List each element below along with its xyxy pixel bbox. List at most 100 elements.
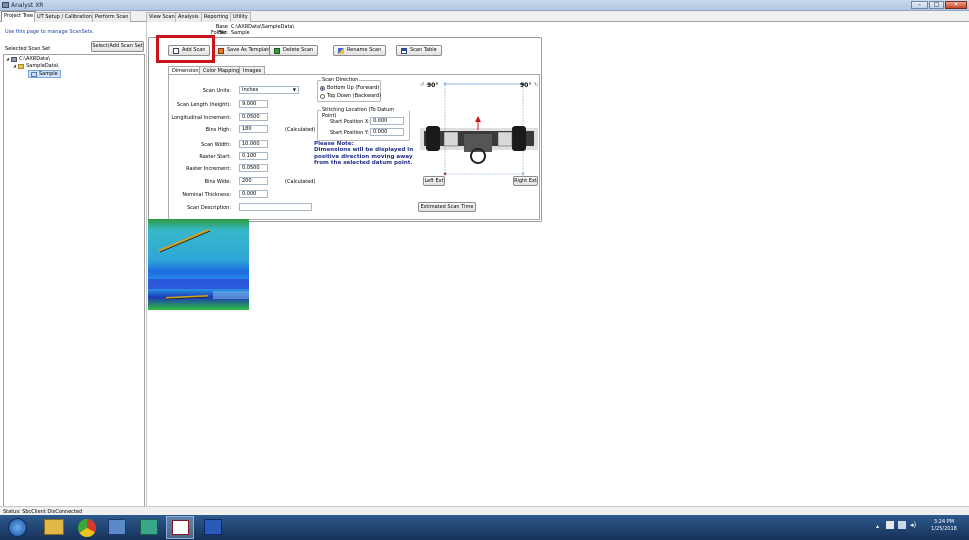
pencil-icon xyxy=(338,47,344,54)
scanner-block-right xyxy=(497,131,513,147)
left-ext-button[interactable]: Left Ext xyxy=(423,176,445,186)
minimize-button[interactable]: – xyxy=(911,1,928,9)
highlight-box xyxy=(156,35,215,63)
tray-arrow-icon[interactable]: ▴ xyxy=(876,523,879,530)
nominal-thickness-input[interactable]: 0.000 xyxy=(239,190,268,198)
tree-node-folder[interactable]: ◢ SampleData\ xyxy=(13,63,58,69)
longitudinal-increment-label: Longitudinal Increment: xyxy=(171,115,231,121)
tab-project-tree[interactable]: Project Tree xyxy=(1,11,37,22)
thumbnail-highlight-band xyxy=(213,291,249,299)
file-explorer-icon[interactable] xyxy=(44,519,64,535)
maximize-button[interactable]: □ xyxy=(929,1,944,9)
tab-utility[interactable]: Utility xyxy=(230,12,251,22)
selected-scan-set-label: Selected Scan Set xyxy=(5,46,51,52)
estimated-scan-time-button[interactable]: Estimated Scan Time xyxy=(418,202,476,212)
scan-length-input[interactable]: 9.000 xyxy=(239,100,268,108)
table-icon xyxy=(401,47,407,54)
scan-table-button[interactable]: Scan Table xyxy=(396,45,442,56)
rotate-right-icon: ↻ xyxy=(534,82,538,88)
clock-date: 1/25/2018 xyxy=(931,526,957,532)
delete-icon xyxy=(274,47,280,54)
start-y-input[interactable]: 0.000 xyxy=(370,128,404,136)
radio-bottom-up-label: Bottom Up (Forward) xyxy=(327,85,380,91)
tab-ut-setup[interactable]: UT Setup / Calibration xyxy=(34,12,95,22)
rotate-left-icon: ↺ xyxy=(420,82,424,88)
tree-node-sample[interactable]: Sample xyxy=(28,70,61,78)
save-as-template-label: Save As Template xyxy=(227,47,272,53)
radio-unselected-icon[interactable] xyxy=(320,93,325,99)
scan-description-label: Scan Description: xyxy=(187,205,231,211)
longitudinal-increment-input[interactable]: 0.0500 xyxy=(239,113,268,121)
tab-perform-scan[interactable]: Perform Scan xyxy=(92,12,132,22)
select-add-scan-set-button[interactable]: Select/Add Scan Set xyxy=(91,41,144,52)
scan-width-input[interactable]: 10.000 xyxy=(239,140,268,148)
scanner-left-wheel xyxy=(426,126,440,151)
scan-thumbnail[interactable] xyxy=(148,219,249,310)
title-bar xyxy=(0,0,969,11)
scan-width-label: Scan Width: xyxy=(201,142,231,148)
tab-view-scan[interactable]: View Scan xyxy=(146,12,178,22)
close-button[interactable]: ✕ xyxy=(945,1,967,9)
delete-scan-button[interactable]: Delete Scan xyxy=(269,45,319,56)
bins-high-label: Bins High: xyxy=(205,127,231,133)
tree-node-root[interactable]: ◢ C:\AXRData\ xyxy=(6,56,50,62)
radio-selected-icon[interactable] xyxy=(320,85,325,91)
stitching-location-group: Stitching Location (To Datum Point) xyxy=(317,107,410,141)
start-x-input[interactable]: 0.000 xyxy=(370,117,404,125)
start-x-label: Start Position X: xyxy=(330,119,370,125)
scan-units-label: Scan Units: xyxy=(202,88,231,94)
tray-network-icon[interactable] xyxy=(898,521,906,529)
left-panel: Use this page to manage ScanSets. Select… xyxy=(0,22,147,524)
taskbar-clock[interactable]: 3:24 PM 1/25/2018 xyxy=(928,519,960,533)
scan-direction-title: Scan Direction xyxy=(321,77,360,83)
manage-scansets-link[interactable]: Use this page to manage ScanSets. xyxy=(5,29,94,35)
remote-desktop-icon[interactable] xyxy=(108,519,126,535)
scanner-block-left xyxy=(443,131,459,147)
file-value: Sample xyxy=(231,30,250,36)
analyst-xr-taskbar-item[interactable] xyxy=(166,516,194,539)
scanner-diagram: ✧ ✧ ✧ ✦ ↺ 90° 90° ↻ xyxy=(420,81,538,178)
save-as-template-button[interactable]: Save As Template xyxy=(213,45,277,56)
main-tab-bar: Project Tree UT Setup / Calibration Perf… xyxy=(0,11,969,22)
angle-right-label: 90° xyxy=(520,82,531,89)
folder-icon xyxy=(18,63,25,69)
scan-units-select[interactable]: Inches ▼ xyxy=(239,86,299,94)
chrome-icon[interactable] xyxy=(78,519,96,537)
bins-high-calculated: (Calculated) xyxy=(285,127,316,133)
template-icon xyxy=(218,47,224,54)
delete-scan-label: Delete Scan xyxy=(283,47,314,53)
scan-file-icon xyxy=(31,71,37,77)
word-icon[interactable] xyxy=(204,519,222,535)
bins-wide-label: Bins Wide: xyxy=(204,179,231,185)
scan-description-input[interactable] xyxy=(239,203,312,211)
radio-top-down-label: Top Down (Backward) xyxy=(327,93,382,99)
raster-increment-input[interactable]: 0.0500 xyxy=(239,164,268,172)
corner-marker-top-left: ✧ xyxy=(442,81,447,88)
raster-start-input[interactable]: 0.100 xyxy=(239,152,268,160)
bins-wide-input[interactable]: 200 xyxy=(239,177,268,185)
dropdown-arrow-icon: ▼ xyxy=(292,87,296,92)
thumbnail-band xyxy=(148,279,249,289)
tree-node-sample-label: Sample xyxy=(39,71,58,77)
radio-top-down[interactable]: Top Down (Backward) xyxy=(320,93,381,99)
tab-reporting[interactable]: Reporting xyxy=(201,12,232,22)
publisher-icon[interactable] xyxy=(140,519,158,535)
bins-high-input[interactable]: 180 xyxy=(239,125,268,133)
right-ext-button[interactable]: Right Ext xyxy=(513,176,538,186)
start-button[interactable] xyxy=(8,518,27,537)
taskbar: ▴ ◂) 3:24 PM 1/25/2018 xyxy=(0,515,969,540)
expand-arrow-icon[interactable]: ◢ xyxy=(13,63,16,69)
rename-scan-button[interactable]: Rename Scan xyxy=(333,45,387,56)
tab-analysis[interactable]: Analysis xyxy=(175,12,202,22)
tray-volume-icon[interactable]: ◂) xyxy=(910,521,916,529)
scan-set-tree[interactable]: ◢ C:\AXRData\ ◢ SampleData\ Sample xyxy=(3,54,145,524)
radio-bottom-up[interactable]: Bottom Up (Forward) xyxy=(320,85,379,91)
scan-length-label: Scan Length (height): xyxy=(176,102,231,108)
direction-arrow-icon xyxy=(475,116,481,122)
analyst-xr-taskbar-icon xyxy=(172,520,189,535)
tray-flag-icon[interactable] xyxy=(886,521,894,529)
status-bar: Status: SbcClient DisConnected xyxy=(0,506,969,515)
expand-arrow-icon[interactable]: ◢ xyxy=(6,56,9,62)
start-y-label: Start Position Y: xyxy=(330,130,369,136)
scanner-right-wheel xyxy=(512,126,526,151)
